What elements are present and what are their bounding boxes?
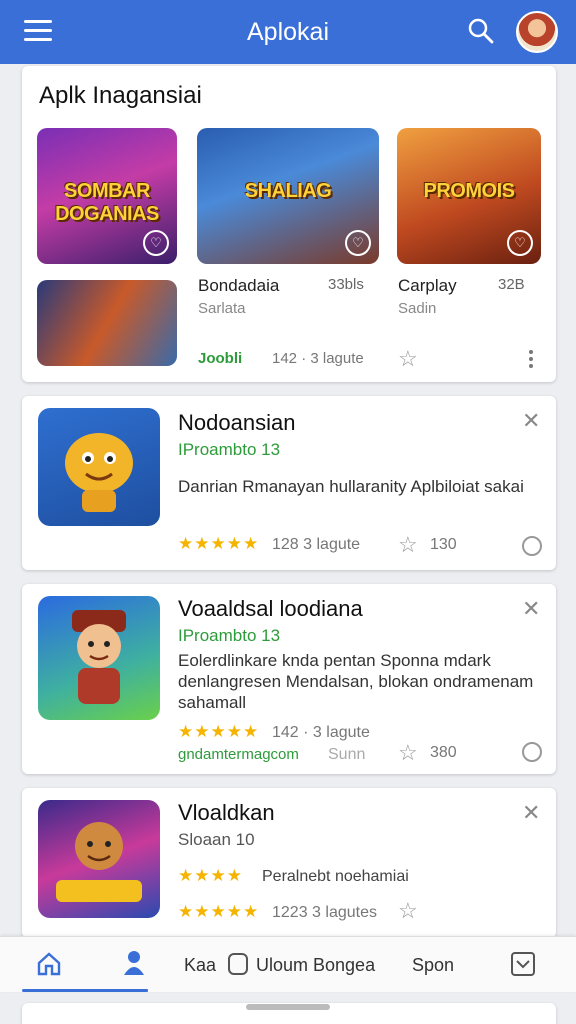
app-icon bbox=[38, 408, 160, 526]
rating-meta: 128 3 lagute bbox=[272, 536, 361, 553]
star-outline-icon[interactable]: ☆ bbox=[398, 348, 418, 370]
featured-meta: 142 · 3 lagute bbox=[272, 350, 364, 367]
rating-meta: 1223 3 lagutes bbox=[272, 904, 377, 921]
featured-item-name[interactable]: Bondadaia bbox=[198, 276, 279, 296]
bottom-nav: Kaa Uloum Bongea Spon bbox=[0, 936, 576, 992]
app-description: Eolerdlinkare knda pentan Sponna mdark d… bbox=[178, 651, 534, 712]
heart-icon[interactable]: ♡ bbox=[143, 230, 169, 256]
featured-tile[interactable]: SHALIAG ♡ bbox=[197, 128, 379, 264]
more-vert-icon[interactable] bbox=[528, 350, 534, 371]
app-title: Aplokai bbox=[247, 17, 329, 46]
inbox-icon[interactable] bbox=[510, 951, 536, 977]
user-avatar[interactable] bbox=[516, 11, 558, 53]
character-icon bbox=[72, 610, 126, 704]
section-heading: Aplk Inagansiai bbox=[39, 82, 202, 109]
rating-meta: 142 · 3 lagute bbox=[272, 724, 370, 741]
app-subtitle: IProambto 13 bbox=[178, 440, 281, 459]
app-title[interactable]: Nodoansian bbox=[178, 410, 295, 436]
close-icon[interactable]: ✕ bbox=[522, 802, 540, 824]
rating-stars: ★★★★★ bbox=[178, 534, 260, 553]
rating-stars: ★★★★ bbox=[178, 866, 243, 885]
nav-item-spon[interactable]: Spon bbox=[412, 955, 454, 976]
star-outline-icon[interactable]: ☆ bbox=[398, 742, 418, 764]
gesture-handle bbox=[246, 1004, 330, 1010]
person-icon[interactable] bbox=[122, 949, 146, 977]
app-title[interactable]: Voaaldsal loodiana bbox=[178, 596, 363, 622]
download-icon[interactable] bbox=[522, 742, 542, 762]
heart-icon[interactable]: ♡ bbox=[507, 230, 533, 256]
app-title[interactable]: Vloaldkan bbox=[178, 800, 275, 826]
download-count: 380 bbox=[430, 744, 457, 761]
featured-tile[interactable]: PROMOIS ♡ bbox=[397, 128, 541, 264]
featured-item-size: 33bls bbox=[328, 276, 364, 293]
checkbox-icon[interactable] bbox=[228, 953, 248, 975]
rating-stars: ★★★★★ bbox=[178, 902, 260, 921]
featured-tile[interactable]: SOMBAR DOGANIAS ♡ bbox=[37, 128, 177, 264]
app-subtitle: IProambto 13 bbox=[178, 626, 281, 645]
download-count: 130 bbox=[430, 536, 457, 553]
featured-item-sub: Sarlata bbox=[198, 300, 246, 317]
home-icon[interactable] bbox=[36, 951, 62, 977]
tile-label: SOMBAR DOGANIAS bbox=[55, 179, 159, 225]
tile-label: SHALIAG bbox=[244, 179, 332, 202]
heart-icon[interactable]: ♡ bbox=[345, 230, 371, 256]
app-note: Peralnebt noehamiai bbox=[262, 868, 409, 885]
menu-icon[interactable] bbox=[24, 20, 52, 42]
featured-tile-small[interactable] bbox=[37, 280, 177, 366]
close-icon[interactable]: ✕ bbox=[522, 598, 540, 620]
search-icon[interactable] bbox=[466, 16, 496, 46]
download-icon[interactable] bbox=[522, 536, 542, 556]
nav-item-kaa[interactable]: Kaa bbox=[184, 955, 216, 976]
featured-item-size: 32B bbox=[498, 276, 525, 293]
close-icon[interactable]: ✕ bbox=[522, 410, 540, 432]
featured-item-name[interactable]: Carplay bbox=[398, 276, 457, 296]
app-description: Danrian Rmanayan hullaranity Aplbiloiat … bbox=[178, 477, 524, 496]
nav-item-bongea[interactable]: Uloum Bongea bbox=[256, 955, 375, 976]
featured-section: Aplk Inagansiai SOMBAR DOGANIAS ♡ SHALIA… bbox=[22, 66, 556, 382]
app-icon bbox=[38, 596, 160, 720]
app-bar: Aplokai bbox=[0, 0, 576, 64]
featured-item-sub: Sadin bbox=[398, 300, 437, 317]
character-icon bbox=[56, 822, 142, 902]
app-card[interactable]: Vloaldkan Sloaan 10 ★★★★ Peralnebt noeha… bbox=[22, 788, 556, 938]
extra-label: Sunn bbox=[328, 746, 366, 763]
app-subtitle: Sloaan 10 bbox=[178, 830, 255, 849]
mascot-icon bbox=[65, 433, 133, 512]
rating-stars: ★★★★★ bbox=[178, 722, 260, 741]
app-card[interactable]: Nodoansian IProambto 13 Danrian Rmanayan… bbox=[22, 396, 556, 570]
tile-label: PROMOIS bbox=[423, 179, 515, 202]
developer-link[interactable]: gndamtermagcom bbox=[178, 746, 299, 763]
star-outline-icon[interactable]: ☆ bbox=[398, 534, 418, 556]
featured-green-label: Joobli bbox=[198, 350, 243, 367]
tab-underline bbox=[22, 989, 148, 992]
app-icon bbox=[38, 800, 160, 918]
app-card[interactable]: Voaaldsal loodiana IProambto 13 Eolerdli… bbox=[22, 584, 556, 774]
star-outline-icon[interactable]: ☆ bbox=[398, 900, 418, 922]
